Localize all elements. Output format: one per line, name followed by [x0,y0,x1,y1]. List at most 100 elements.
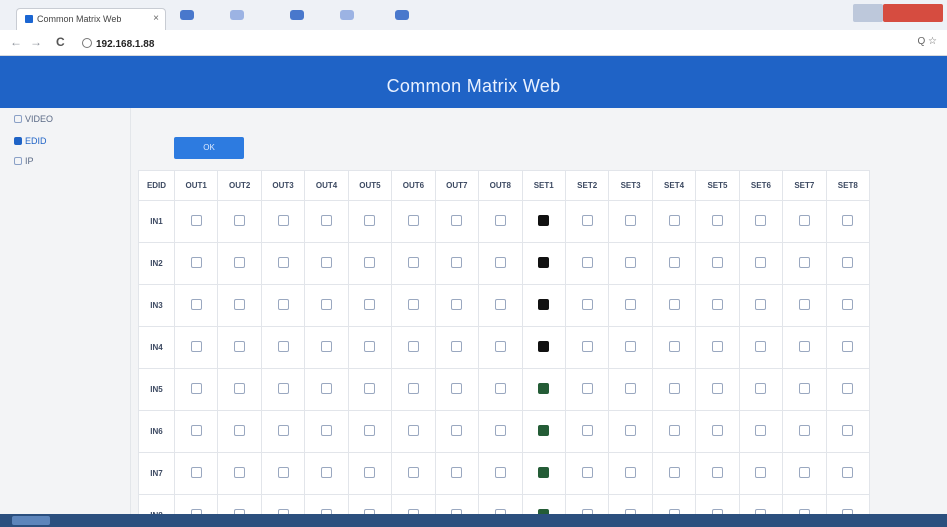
matrix-checkbox[interactable] [798,214,810,226]
matrix-checkbox[interactable] [798,382,810,394]
matrix-checkbox[interactable] [755,466,767,478]
sidebar-item-video[interactable]: VIDEO [14,114,53,124]
matrix-checkbox[interactable] [538,466,550,478]
matrix-checkbox[interactable] [842,382,854,394]
matrix-checkbox[interactable] [711,214,723,226]
matrix-checkbox[interactable] [798,424,810,436]
matrix-checkbox[interactable] [364,466,376,478]
matrix-checkbox[interactable] [451,214,463,226]
matrix-checkbox[interactable] [234,424,246,436]
matrix-checkbox[interactable] [407,214,419,226]
matrix-checkbox[interactable] [494,214,506,226]
matrix-checkbox[interactable] [625,298,637,310]
matrix-checkbox[interactable] [625,256,637,268]
ok-button[interactable]: OK [174,137,244,159]
matrix-checkbox[interactable] [364,424,376,436]
matrix-checkbox[interactable] [668,214,680,226]
matrix-checkbox[interactable] [668,256,680,268]
matrix-checkbox[interactable] [451,298,463,310]
matrix-checkbox[interactable] [407,256,419,268]
matrix-checkbox[interactable] [581,298,593,310]
matrix-checkbox[interactable] [538,424,550,436]
matrix-checkbox[interactable] [494,382,506,394]
matrix-checkbox[interactable] [625,214,637,226]
matrix-checkbox[interactable] [234,214,246,226]
matrix-checkbox[interactable] [494,424,506,436]
matrix-checkbox[interactable] [190,214,202,226]
matrix-checkbox[interactable] [277,298,289,310]
matrix-checkbox[interactable] [451,256,463,268]
matrix-checkbox[interactable] [798,340,810,352]
matrix-checkbox[interactable] [234,382,246,394]
matrix-checkbox[interactable] [321,424,333,436]
matrix-checkbox[interactable] [451,424,463,436]
matrix-checkbox[interactable] [581,340,593,352]
matrix-checkbox[interactable] [625,340,637,352]
matrix-checkbox[interactable] [538,256,550,268]
matrix-checkbox[interactable] [234,256,246,268]
matrix-checkbox[interactable] [842,298,854,310]
matrix-checkbox[interactable] [711,382,723,394]
matrix-checkbox[interactable] [277,214,289,226]
matrix-checkbox[interactable] [581,256,593,268]
matrix-checkbox[interactable] [277,340,289,352]
matrix-checkbox[interactable] [755,340,767,352]
matrix-checkbox[interactable] [668,424,680,436]
matrix-checkbox[interactable] [407,340,419,352]
matrix-checkbox[interactable] [321,466,333,478]
matrix-checkbox[interactable] [494,466,506,478]
browser-tab[interactable]: Common Matrix Web × [16,8,166,30]
matrix-checkbox[interactable] [364,256,376,268]
forward-button[interactable]: → [30,35,42,49]
matrix-checkbox[interactable] [625,382,637,394]
matrix-checkbox[interactable] [277,424,289,436]
matrix-checkbox[interactable] [538,214,550,226]
matrix-checkbox[interactable] [234,340,246,352]
matrix-checkbox[interactable] [538,340,550,352]
matrix-checkbox[interactable] [364,382,376,394]
url-field[interactable]: 192.168.1.88 [80,34,900,52]
matrix-checkbox[interactable] [581,466,593,478]
matrix-checkbox[interactable] [668,382,680,394]
matrix-checkbox[interactable] [755,382,767,394]
matrix-checkbox[interactable] [625,424,637,436]
matrix-checkbox[interactable] [277,466,289,478]
matrix-checkbox[interactable] [321,298,333,310]
matrix-checkbox[interactable] [321,340,333,352]
matrix-checkbox[interactable] [190,466,202,478]
matrix-checkbox[interactable] [711,340,723,352]
reload-button[interactable]: C [56,35,65,49]
sidebar-item-ip[interactable]: IP [14,156,34,166]
matrix-checkbox[interactable] [234,466,246,478]
matrix-checkbox[interactable] [625,466,637,478]
sidebar-item-edid[interactable]: EDID [14,136,47,146]
matrix-checkbox[interactable] [321,382,333,394]
matrix-checkbox[interactable] [711,298,723,310]
matrix-checkbox[interactable] [451,340,463,352]
start-button[interactable] [12,516,50,525]
matrix-checkbox[interactable] [321,256,333,268]
matrix-checkbox[interactable] [668,466,680,478]
bookmark-icon[interactable]: Q ☆ [917,36,937,47]
window-minimize-button[interactable] [853,4,883,22]
matrix-checkbox[interactable] [190,298,202,310]
matrix-checkbox[interactable] [581,424,593,436]
matrix-checkbox[interactable] [581,214,593,226]
matrix-checkbox[interactable] [234,298,246,310]
matrix-checkbox[interactable] [581,382,593,394]
matrix-checkbox[interactable] [364,340,376,352]
matrix-checkbox[interactable] [190,382,202,394]
matrix-checkbox[interactable] [755,298,767,310]
matrix-checkbox[interactable] [321,214,333,226]
matrix-checkbox[interactable] [711,424,723,436]
matrix-checkbox[interactable] [494,340,506,352]
window-close-button[interactable] [883,4,943,22]
matrix-checkbox[interactable] [755,424,767,436]
matrix-checkbox[interactable] [494,298,506,310]
matrix-checkbox[interactable] [277,256,289,268]
matrix-checkbox[interactable] [190,340,202,352]
back-button[interactable]: ← [10,35,22,49]
matrix-checkbox[interactable] [842,214,854,226]
matrix-checkbox[interactable] [668,340,680,352]
matrix-checkbox[interactable] [668,298,680,310]
